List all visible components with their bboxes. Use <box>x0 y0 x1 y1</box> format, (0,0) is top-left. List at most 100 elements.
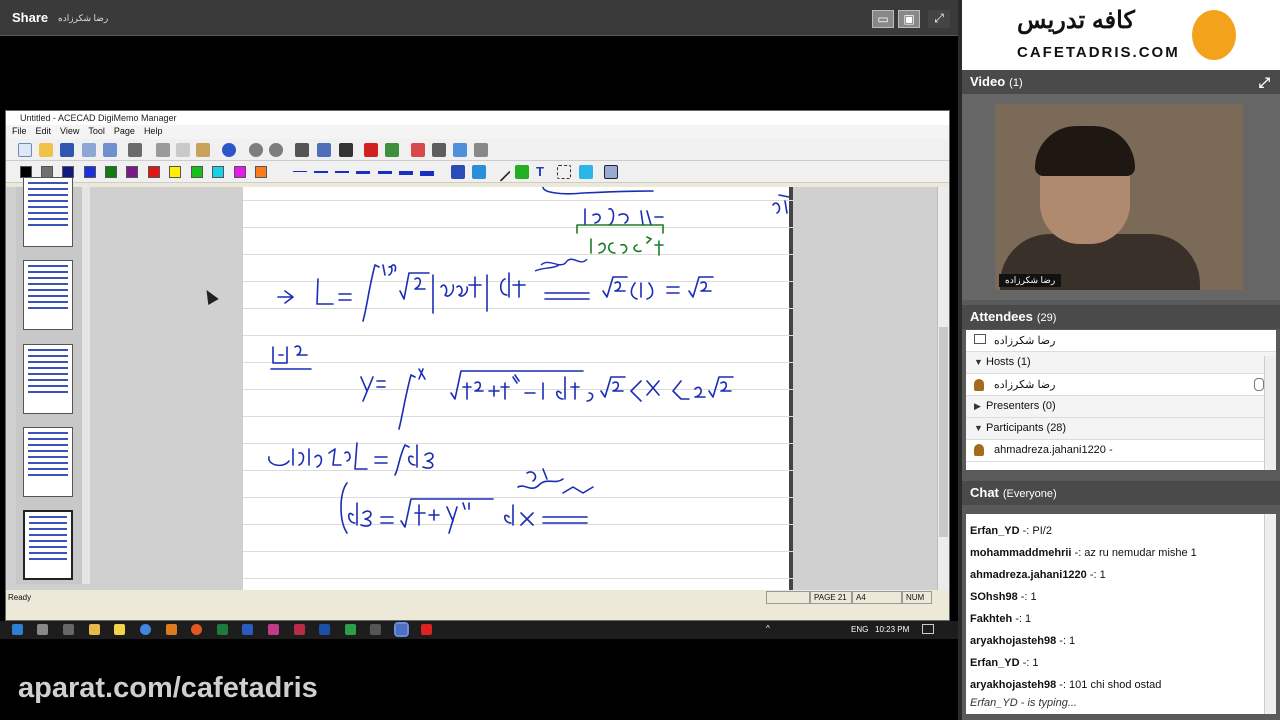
color-swatch-8[interactable] <box>169 166 181 178</box>
line-width-6[interactable] <box>399 171 413 175</box>
hosts-group[interactable]: ▼ Hosts (1) <box>966 352 1276 374</box>
marker-icon[interactable] <box>515 165 529 179</box>
excel-icon[interactable] <box>217 624 228 635</box>
page-thumbnail[interactable] <box>23 427 73 497</box>
copy-icon[interactable] <box>176 143 190 157</box>
host-row[interactable]: رضا شکرزاده <box>966 374 1276 396</box>
app-icon[interactable] <box>268 624 279 635</box>
firefox-icon[interactable] <box>191 624 202 635</box>
selection-tool-icon[interactable] <box>557 165 571 179</box>
close-doc-icon[interactable] <box>364 143 378 157</box>
chat-scrollbar[interactable] <box>1264 514 1276 714</box>
color-swatch-5[interactable] <box>105 166 117 178</box>
menu-bar: File Edit View Tool Page Help <box>6 125 949 139</box>
menu-tool[interactable]: Tool <box>88 126 105 138</box>
expand-arrow-icon: ▶ <box>974 401 981 411</box>
fit-page-button[interactable]: ▣ <box>898 10 920 28</box>
file-explorer-icon[interactable] <box>89 624 100 635</box>
menu-edit[interactable]: Edit <box>36 126 52 138</box>
delete-icon[interactable] <box>295 143 309 157</box>
app-icon[interactable] <box>370 624 381 635</box>
presenters-group[interactable]: ▶ Presenters (0) <box>966 396 1276 418</box>
note-page <box>243 187 793 606</box>
undo-icon[interactable] <box>222 143 236 157</box>
participants-group[interactable]: ▼ Participants (28) <box>966 418 1276 440</box>
ocr-icon[interactable] <box>432 143 446 157</box>
share-title: Share <box>12 10 49 25</box>
thumbnails-scrollbar[interactable] <box>82 187 90 584</box>
digimemo-task-icon[interactable] <box>394 622 409 637</box>
convert-icon[interactable] <box>385 143 399 157</box>
eraser-icon[interactable] <box>579 165 593 179</box>
select-icon[interactable] <box>317 143 331 157</box>
save-icon[interactable] <box>60 143 74 157</box>
my-status-row[interactable]: رضا شکرزاده <box>966 330 1276 352</box>
highlighter-icon[interactable] <box>472 165 486 179</box>
cut-icon[interactable] <box>156 143 170 157</box>
app-icon[interactable] <box>166 624 177 635</box>
page-thumbnail[interactable] <box>23 177 73 247</box>
font-icon[interactable] <box>339 143 353 157</box>
zoom-in-icon[interactable] <box>249 143 263 157</box>
import-icon[interactable] <box>103 143 117 157</box>
line-width-5[interactable] <box>378 171 392 174</box>
presenters-label: Presenters (0) <box>986 400 1056 412</box>
menu-help[interactable]: Help <box>144 126 163 138</box>
color-swatch-7[interactable] <box>148 166 160 178</box>
tray-clock[interactable]: 10:23 PM <box>875 625 909 634</box>
menu-view[interactable]: View <box>60 126 79 138</box>
page-vscrollbar[interactable] <box>937 187 949 606</box>
page-thumbnail[interactable] <box>23 344 73 414</box>
task-view-icon[interactable] <box>37 624 48 635</box>
attendees-scrollbar[interactable] <box>1264 356 1276 470</box>
calculator-icon[interactable] <box>63 624 74 635</box>
word-icon[interactable] <box>242 624 253 635</box>
text-tool-icon[interactable]: T <box>536 165 550 179</box>
powerpoint-icon[interactable] <box>294 624 305 635</box>
chrome-icon[interactable] <box>140 624 151 635</box>
microphone-icon[interactable] <box>1254 378 1264 391</box>
line-width-4[interactable] <box>356 171 370 174</box>
menu-file[interactable]: File <box>12 126 27 138</box>
chat-scope: (Everyone) <box>1002 488 1057 500</box>
status-empty-field <box>766 591 810 604</box>
menu-page[interactable]: Page <box>114 126 135 138</box>
line-tool-icon[interactable] <box>491 162 511 182</box>
pdf-icon[interactable] <box>411 143 425 157</box>
color-swatch-9[interactable] <box>191 166 203 178</box>
export-icon[interactable] <box>82 143 96 157</box>
line-width-1[interactable] <box>293 171 307 172</box>
paste-icon[interactable] <box>196 143 210 157</box>
new-file-icon[interactable] <box>18 143 32 157</box>
line-width-2[interactable] <box>314 171 328 173</box>
color-swatch-12[interactable] <box>255 166 267 178</box>
line-width-3[interactable] <box>335 171 349 173</box>
page-thumbnail[interactable] <box>23 260 73 330</box>
line-width-7[interactable] <box>420 171 434 176</box>
recognize-icon[interactable] <box>474 143 488 157</box>
color-swatch-10[interactable] <box>212 166 224 178</box>
windows-start-icon[interactable] <box>12 624 23 635</box>
pointer-tool-icon[interactable] <box>604 165 618 179</box>
pen-icon[interactable] <box>451 165 465 179</box>
expand-icon[interactable]: ⤢ <box>1259 74 1270 91</box>
color-swatch-6[interactable] <box>126 166 138 178</box>
app-icon[interactable] <box>345 624 356 635</box>
print-icon[interactable] <box>128 143 142 157</box>
tray-chevron-icon[interactable]: ^ <box>766 624 770 633</box>
sticky-notes-icon[interactable] <box>114 624 125 635</box>
page-thumbnail-selected[interactable] <box>23 510 73 580</box>
open-folder-icon[interactable] <box>39 143 53 157</box>
notification-icon[interactable] <box>922 624 934 634</box>
image-icon[interactable] <box>453 143 467 157</box>
fullscreen-button[interactable]: ⤢ <box>928 10 950 28</box>
tray-language[interactable]: ENG <box>851 625 868 634</box>
color-swatch-11[interactable] <box>234 166 246 178</box>
app-icon[interactable] <box>421 624 432 635</box>
color-swatch-4[interactable] <box>84 166 96 178</box>
zoom-out-icon[interactable] <box>269 143 283 157</box>
chat-message: mohammaddmehrii -: az ru nemudar mishe 1 <box>970 547 1197 559</box>
participant-row[interactable]: ahmadreza.jahani1220 - <box>966 440 1276 462</box>
fit-width-button[interactable]: ▭ <box>872 10 894 28</box>
app-icon[interactable] <box>319 624 330 635</box>
